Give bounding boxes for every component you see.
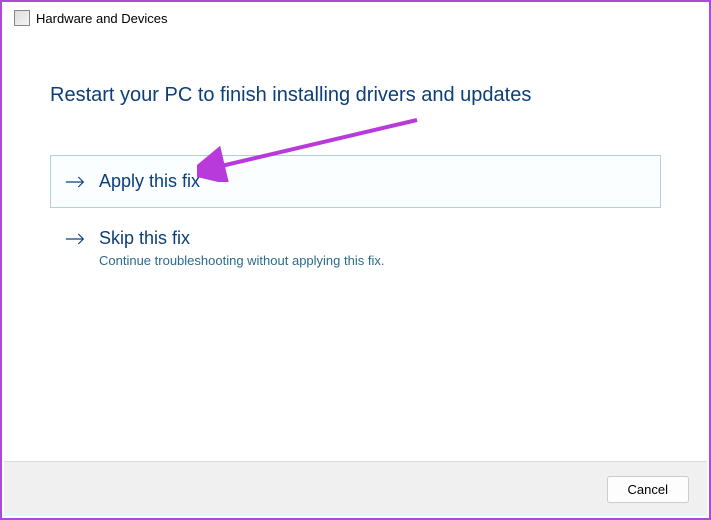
titlebar: Hardware and Devices [2, 2, 709, 34]
footer: Cancel [4, 461, 707, 516]
option-text: Skip this fix Continue troubleshooting w… [99, 227, 384, 267]
troubleshooter-icon [14, 10, 30, 26]
skip-fix-title: Skip this fix [99, 227, 384, 250]
apply-fix-title: Apply this fix [99, 170, 200, 193]
window-title: Hardware and Devices [36, 11, 168, 26]
skip-this-fix-option[interactable]: Skip this fix Continue troubleshooting w… [50, 212, 661, 282]
arrow-right-icon [65, 172, 85, 192]
content-area: Restart your PC to finish installing dri… [2, 34, 709, 283]
skip-fix-desc: Continue troubleshooting without applyin… [99, 253, 384, 268]
arrow-right-icon [65, 229, 85, 249]
apply-this-fix-option[interactable]: Apply this fix [50, 155, 661, 208]
cancel-button[interactable]: Cancel [607, 476, 689, 503]
option-text: Apply this fix [99, 170, 200, 193]
page-title: Restart your PC to finish installing dri… [50, 84, 661, 107]
